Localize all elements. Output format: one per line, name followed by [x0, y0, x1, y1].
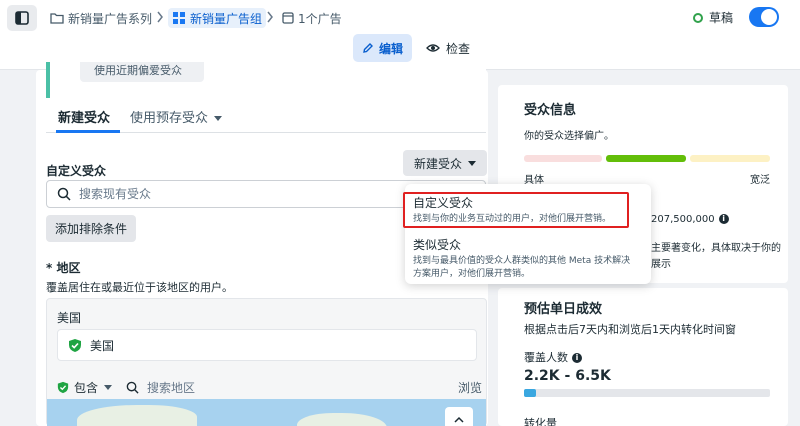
reach-value: 2.2K - 6.5K	[524, 368, 611, 384]
draft-status-label: 草稿	[709, 11, 734, 25]
breadcrumb-adset-label: 新销量广告组	[190, 11, 263, 26]
add-exclusion-button[interactable]: 添加排除条件	[46, 215, 136, 242]
audience-note-line1: 主要著变化，具体取决于你的	[651, 243, 781, 254]
audience-search-input[interactable]	[79, 187, 379, 201]
location-search[interactable]: 搜索地区	[126, 379, 195, 396]
tab-saved-audience-label: 使用预存受众	[130, 111, 209, 126]
required-mark: *	[46, 261, 53, 275]
map-land	[297, 413, 387, 426]
audience-size-value: 207,500,000 i	[651, 214, 729, 225]
new-audience-button-label: 新建受众	[413, 156, 462, 171]
location-title: * 地区	[46, 259, 80, 276]
location-description: 覆盖居住在或最近位于该地区的用户。	[46, 281, 233, 294]
info-icon[interactable]: i	[718, 214, 729, 224]
audience-info-subtitle: 你的受众选择偏广。	[524, 131, 614, 142]
dropdown-item-title: 类似受众	[413, 238, 462, 252]
reach-bar-fill	[524, 389, 537, 397]
map-land	[77, 405, 197, 426]
location-chip-label: 美国	[90, 338, 115, 353]
eye-icon	[426, 44, 440, 52]
tab-new-audience[interactable]: 新建受众	[58, 107, 110, 126]
location-box: 美国 美国 包含 搜索地区 浏览	[46, 298, 487, 426]
active-tab-underline	[56, 130, 120, 133]
daily-results-card: 预估单日成效 根据点击后7天内和浏览后1天内转化时间窗 覆盖人数 i 2.2K -…	[498, 288, 788, 426]
breadcrumb-ad[interactable]: 1个广告	[282, 8, 342, 28]
shield-check-icon	[57, 381, 69, 393]
breadcrumb-adset[interactable]: 新销量广告组	[168, 8, 267, 28]
daily-results-title: 预估单日成效	[524, 302, 603, 317]
highlight-box	[403, 192, 629, 228]
edit-mode-button[interactable]: 编辑	[353, 34, 412, 62]
meter-right-label: 宽泛	[750, 175, 770, 186]
breadcrumb-campaign-label: 新销量广告系列	[68, 11, 153, 26]
caret-down-icon	[214, 116, 223, 121]
chevron-right-icon	[156, 11, 164, 26]
review-mode-button[interactable]: 检查	[426, 34, 470, 62]
meter-narrow-segment	[524, 155, 602, 162]
location-map[interactable]	[47, 399, 486, 426]
sidebar-toggle-button[interactable]	[7, 5, 37, 31]
previous-audience-button[interactable]: 使用近期偏爱受众	[80, 62, 204, 82]
conversions-label: 转化量	[524, 417, 557, 426]
edit-mode-label: 编辑	[378, 41, 403, 56]
folder-icon	[50, 12, 64, 24]
map-collapse-button[interactable]	[445, 407, 473, 426]
location-search-row: 包含 搜索地区 浏览	[57, 377, 482, 397]
audience-note-line2: 展示	[651, 259, 671, 270]
new-audience-button[interactable]: 新建受众	[403, 150, 487, 176]
sidebar-icon	[15, 11, 29, 25]
include-dropdown[interactable]: 包含	[57, 379, 113, 396]
grid-icon	[172, 11, 186, 25]
custom-audience-title: 自定义受众	[46, 164, 107, 178]
chevron-up-icon	[454, 416, 464, 423]
audience-tabs: 新建受众 使用预存受众	[46, 103, 486, 133]
search-icon	[126, 381, 139, 394]
reach-label-text: 覆盖人数	[524, 351, 568, 364]
location-search-placeholder: 搜索地区	[147, 380, 196, 395]
location-country-label: 美国	[57, 311, 82, 325]
draft-status-icon	[693, 12, 703, 23]
review-mode-label: 检查	[446, 41, 471, 56]
chevron-right-icon	[266, 11, 274, 26]
breadcrumb-campaign[interactable]: 新销量广告系列	[50, 8, 152, 28]
info-icon[interactable]: i	[572, 353, 582, 363]
browse-link[interactable]: 浏览	[458, 379, 482, 396]
pencil-icon	[363, 43, 373, 53]
include-label: 包含	[74, 380, 99, 395]
shield-check-icon	[69, 338, 81, 352]
dropdown-item-lookalike-audience[interactable]: 类似受众 找到与最具价值的受众人群类似的其他 Meta 技术解决 方案用户，对他…	[405, 236, 651, 281]
dropdown-item-description-line2: 方案用户，对他们展开营销。	[413, 269, 531, 279]
tab-saved-audience[interactable]: 使用预存受众	[130, 107, 223, 126]
location-chip[interactable]: 美国	[57, 329, 477, 361]
draft-status: 草稿	[693, 9, 733, 26]
reach-bar	[524, 389, 770, 397]
search-icon	[57, 187, 71, 201]
dropdown-item-description-line1: 找到与最具价值的受众人群类似的其他 Meta 技术解决	[413, 256, 631, 266]
audience-info-title: 受众信息	[524, 103, 577, 118]
toggle-knob	[761, 9, 777, 25]
reach-label: 覆盖人数 i	[524, 349, 582, 365]
breadcrumb-ad-label: 1个广告	[298, 11, 342, 26]
meter-broad-segment	[690, 155, 770, 162]
location-title-label: 地区	[56, 261, 81, 275]
caret-down-icon	[104, 384, 113, 390]
audience-size-number: 207,500,000	[651, 214, 715, 225]
meter-good-segment	[606, 155, 686, 162]
ad-icon	[282, 12, 294, 24]
top-bar: 新销量广告系列 新销量广告组 1个广告 草稿	[0, 0, 800, 36]
previous-audience-strip: 使用近期偏爱受众	[46, 62, 486, 98]
daily-results-subtitle: 根据点击后7天内和浏览后1天内转化时间窗	[524, 323, 736, 336]
caret-down-icon	[468, 160, 476, 166]
publish-toggle[interactable]	[749, 7, 779, 27]
